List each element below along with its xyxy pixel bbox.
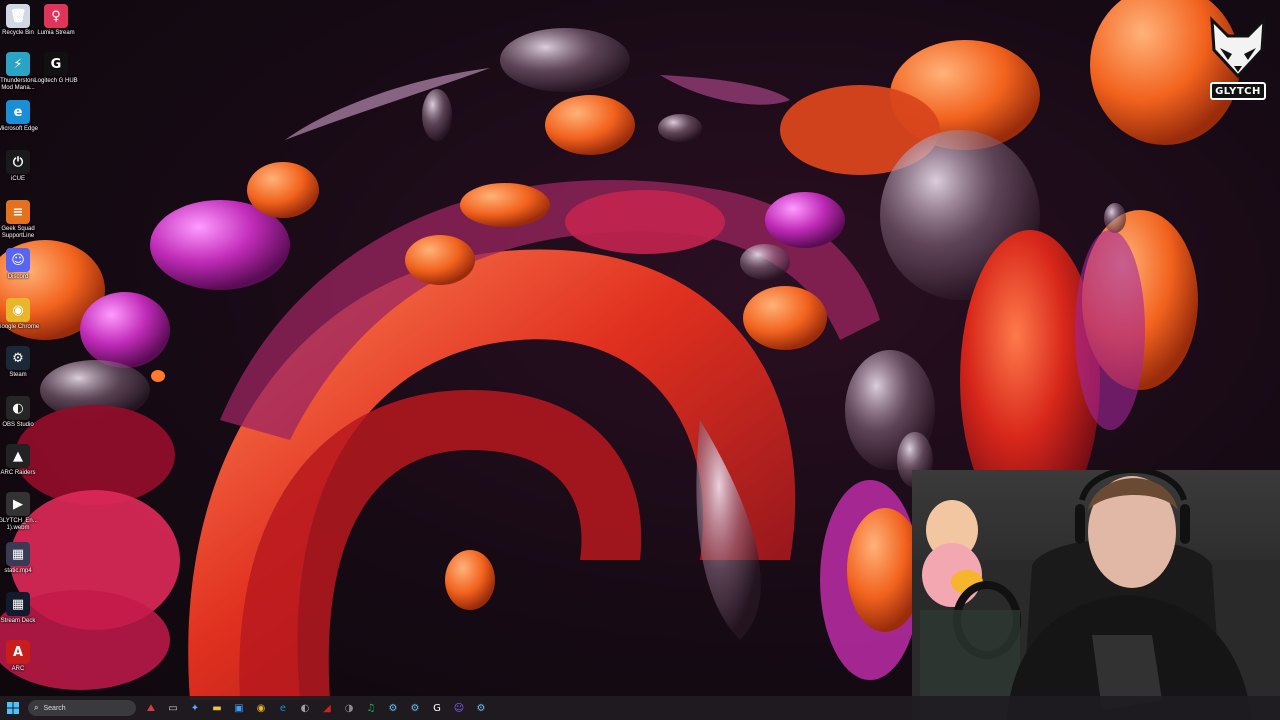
obs-icon[interactable]: ◐	[296, 699, 314, 717]
geek-squad-icon: ≡	[6, 200, 30, 224]
desktop-icon-label: Lumia Stream	[37, 30, 75, 36]
icue-icon: ⏻	[6, 150, 30, 174]
desktop-icon[interactable]: ▦ static.mp4	[0, 542, 38, 575]
desktop-icon[interactable]: 🗑 Recycle Bin	[0, 4, 38, 37]
webcam-overlay	[912, 470, 1280, 720]
video-file-icon: ▶	[6, 492, 30, 516]
steam-icon[interactable]: ⚙	[472, 699, 490, 717]
file-explorer-icon[interactable]: ▬	[208, 699, 226, 717]
desktop-icon-label: Discord	[7, 274, 29, 280]
desktop-icon-label: Microsoft Edge	[0, 126, 39, 132]
spotify-icon[interactable]: ♫	[362, 699, 380, 717]
desktop-icon[interactable]: ◐ OBS Studio	[0, 396, 38, 429]
widgets-icon[interactable]: ⛰	[142, 699, 160, 717]
recycle-bin-icon: 🗑	[6, 4, 30, 28]
amd-icon[interactable]: ◢	[318, 699, 336, 717]
desktop-icon[interactable]: ▶ GLYTCH_En... 1).webm	[0, 492, 38, 532]
desktop-icon[interactable]: e Microsoft Edge	[0, 100, 38, 133]
steam-icon[interactable]: ⚙	[406, 699, 424, 717]
store-icon[interactable]: ▣	[230, 699, 248, 717]
windows-start-icon[interactable]	[4, 699, 22, 717]
arc-icon: A	[6, 640, 30, 664]
edge-icon[interactable]: e	[274, 699, 292, 717]
chrome-icon: ◉	[6, 298, 30, 322]
logitech-icon[interactable]: G	[428, 699, 446, 717]
stream-deck-icon: ▦	[6, 592, 30, 616]
edge-icon: e	[6, 100, 30, 124]
desktop-icon-label: ARC Raiders	[0, 470, 36, 476]
obs-studio-icon: ◐	[6, 396, 30, 420]
channel-logo: GLYTCH	[1206, 14, 1270, 102]
channel-logo-text: GLYTCH	[1210, 82, 1266, 100]
desktop-icon[interactable]: ≡ Geek Squad SupportLine	[0, 200, 38, 240]
desktop-icon[interactable]: ▦ Stream Deck	[0, 592, 38, 625]
desktop-icon[interactable]: ⚙ Steam	[0, 346, 38, 379]
desktop-icon[interactable]: ♀ Lumia Stream	[36, 4, 76, 37]
desktop-icon[interactable]: ⚡ Thunderstore Mod Mana...	[0, 52, 38, 92]
taskbar-apps: ⛰ ▭ ✦ ▬ ▣ ◉ e ◐ ◢ ◑ ♫ ⚙ ⚙ G ☺ ⚙	[142, 699, 494, 717]
steam-icon: ⚙	[6, 346, 30, 370]
search-placeholder: Search	[43, 704, 66, 712]
copilot-icon[interactable]: ✦	[186, 699, 204, 717]
desktop-icon-label: Google Chrome	[0, 324, 40, 330]
fox-logo-icon	[1210, 16, 1266, 79]
desktop-icon-label: Geek Squad SupportLine	[1, 226, 35, 239]
desktop-icon[interactable]: ☺ Discord	[0, 248, 38, 281]
desktop-icon[interactable]: ▲ ARC Raiders	[0, 444, 38, 477]
video-file-icon: ▦	[6, 542, 30, 566]
taskbar-search-input[interactable]: ⌕ Search	[28, 700, 136, 716]
desktop-icon-label: Logitech G HUB	[34, 78, 78, 84]
desktop-icon-label: Stream Deck	[0, 618, 36, 624]
search-icon: ⌕	[34, 703, 39, 712]
thunderstore-icon: ⚡	[6, 52, 30, 76]
desktop-icon-label: iCUE	[10, 176, 25, 182]
desktop-icon[interactable]: A ARC	[0, 640, 38, 673]
lumia-stream-icon: ♀	[44, 4, 68, 28]
desktop-icon-label: static.mp4	[4, 568, 32, 574]
taskbar: ⌕ Search ⛰ ▭ ✦ ▬ ▣ ◉ e ◐ ◢ ◑ ♫ ⚙ ⚙ G ☺ ⚙	[0, 696, 1280, 720]
webcam-feed	[912, 470, 1280, 720]
desktop-icon[interactable]: ⏻ iCUE	[0, 150, 38, 183]
desktop-icon-label: OBS Studio	[2, 422, 34, 428]
desktop-icon-label: Steam	[9, 372, 27, 378]
desktop-icon-label: ARC	[11, 666, 25, 672]
steam-icon[interactable]: ⚙	[384, 699, 402, 717]
arc-raiders-icon: ▲	[6, 444, 30, 468]
task-view-icon[interactable]: ▭	[164, 699, 182, 717]
logitech-g-hub-icon: G	[44, 52, 68, 76]
discord-icon[interactable]: ☺	[450, 699, 468, 717]
desktop-icon[interactable]: G Logitech G HUB	[34, 52, 78, 85]
discord-icon: ☺	[6, 248, 30, 272]
desktop-icon-label: GLYTCH_En... 1).webm	[0, 518, 38, 531]
desktop-icon[interactable]: ◉ Google Chrome	[0, 298, 40, 331]
chrome-icon[interactable]: ◉	[252, 699, 270, 717]
app-icon[interactable]: ◑	[340, 699, 358, 717]
